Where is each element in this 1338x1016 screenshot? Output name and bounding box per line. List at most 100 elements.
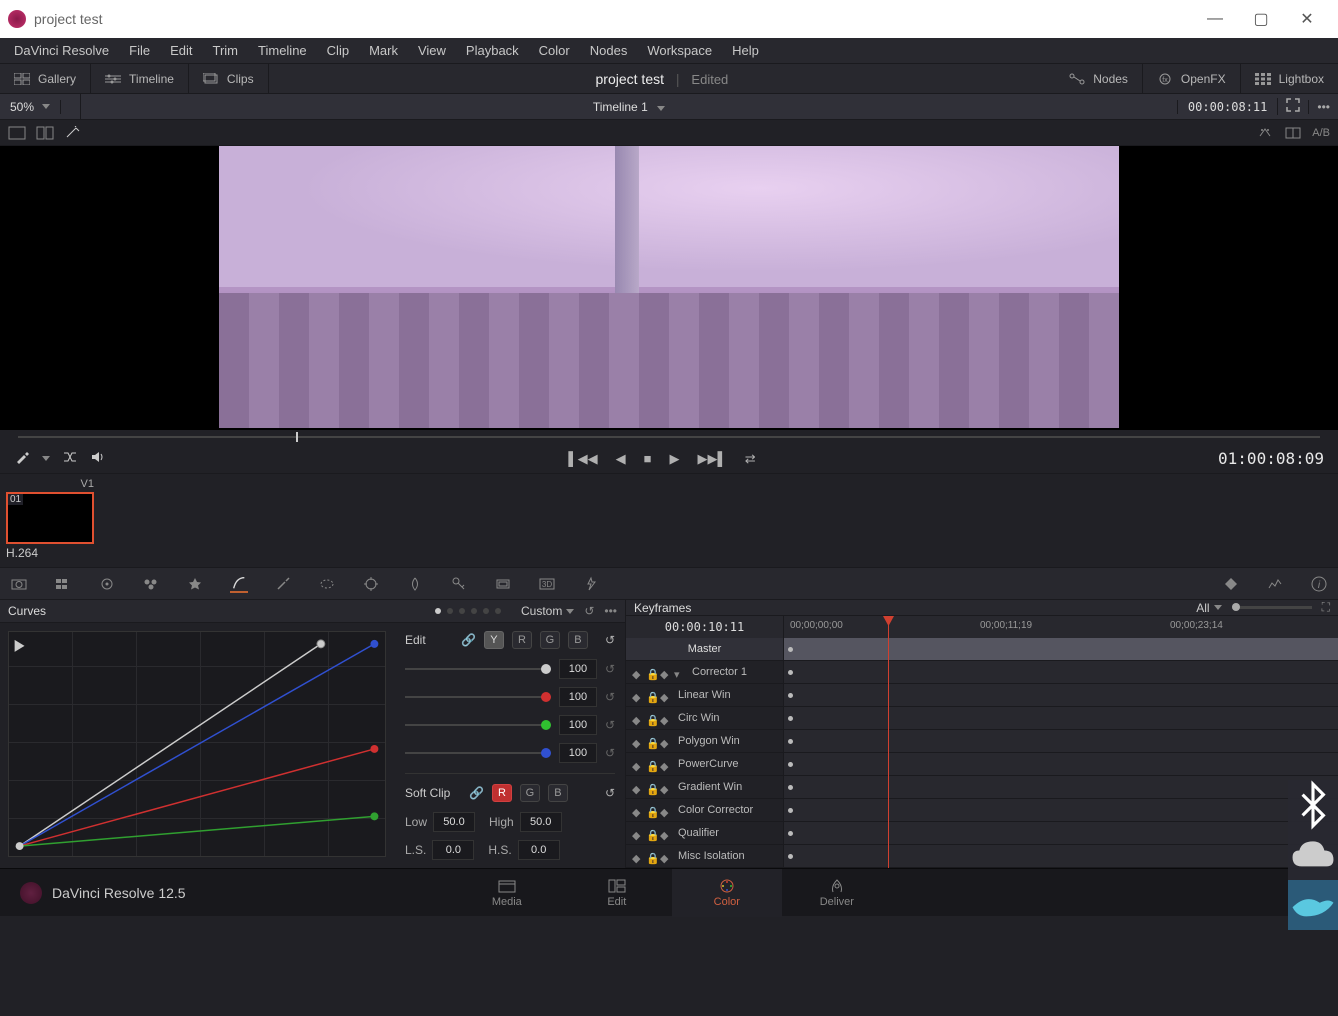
lock-icon[interactable]: 🔒 bbox=[646, 714, 654, 722]
channel-r-button[interactable]: R bbox=[512, 631, 532, 649]
keyframe-track[interactable]: ◆🔒◆Misc Isolation bbox=[626, 845, 783, 868]
slider-value[interactable]: 100 bbox=[559, 715, 597, 735]
keyframe-lane[interactable] bbox=[784, 707, 1338, 730]
camera-raw-icon[interactable] bbox=[10, 575, 28, 593]
keyframe-lane[interactable] bbox=[784, 822, 1338, 845]
curves-reset-icon[interactable]: ↺ bbox=[584, 604, 594, 618]
qualifier-icon[interactable] bbox=[274, 575, 292, 593]
intensity-slider[interactable]: 100 ↺ bbox=[405, 659, 615, 679]
highlight-icon[interactable] bbox=[1256, 126, 1274, 140]
bird-icon[interactable] bbox=[1288, 880, 1338, 930]
page-edit[interactable]: Edit bbox=[562, 869, 672, 917]
keyframe-track[interactable]: ◆🔒◆Linear Win bbox=[626, 684, 783, 707]
menu-clip[interactable]: Clip bbox=[317, 43, 359, 58]
hs-value[interactable]: 0.0 bbox=[518, 840, 560, 860]
keyframe-dot[interactable] bbox=[788, 785, 793, 790]
tracking-icon[interactable] bbox=[362, 575, 380, 593]
menu-playback[interactable]: Playback bbox=[456, 43, 529, 58]
intensity-slider[interactable]: 100↺ bbox=[405, 687, 615, 707]
menu-mark[interactable]: Mark bbox=[359, 43, 408, 58]
slider-value[interactable]: 100 bbox=[559, 659, 597, 679]
keyframe-track[interactable]: ◆🔒◆Polygon Win bbox=[626, 730, 783, 753]
keyframe-track[interactable]: ◆🔒◆Circ Win bbox=[626, 707, 783, 730]
keyframe-lane[interactable] bbox=[784, 753, 1338, 776]
scrub-bar[interactable] bbox=[0, 430, 1338, 444]
color-match-icon[interactable] bbox=[54, 575, 72, 593]
lightbox-toggle[interactable]: Lightbox bbox=[1241, 64, 1338, 94]
nodes-toggle[interactable]: Nodes bbox=[1055, 64, 1143, 94]
magic-wand-icon[interactable] bbox=[64, 126, 82, 140]
close-button[interactable]: ✕ bbox=[1284, 3, 1330, 35]
stop-button[interactable]: ■ bbox=[644, 451, 652, 467]
curves-icon[interactable] bbox=[230, 575, 248, 593]
slider-reset-icon[interactable]: ↺ bbox=[605, 718, 615, 732]
keyframe-icon[interactable]: ◆ bbox=[660, 714, 668, 722]
loop-button[interactable]: ⇄ bbox=[745, 451, 756, 467]
menu-trim[interactable]: Trim bbox=[203, 43, 249, 58]
keyframe-track[interactable]: Master bbox=[626, 638, 783, 661]
keyframe-icon[interactable]: ◆ bbox=[660, 852, 668, 860]
shuffle-icon[interactable] bbox=[62, 449, 78, 468]
link-icon[interactable]: 🔗 bbox=[469, 786, 484, 800]
bluetooth-icon[interactable] bbox=[1288, 780, 1338, 830]
keyframe-icon[interactable]: ◆ bbox=[660, 760, 668, 768]
last-frame-button[interactable]: ▶▶▌ bbox=[697, 451, 726, 467]
keyframe-track[interactable]: ◆🔒◆Gradient Win bbox=[626, 776, 783, 799]
curves-mode-select[interactable]: Custom bbox=[521, 604, 574, 618]
lock-icon[interactable]: 🔒 bbox=[646, 806, 654, 814]
chevron-down-icon[interactable]: ▾ bbox=[674, 668, 682, 676]
lock-icon[interactable]: 🔒 bbox=[646, 829, 654, 837]
keyframe-dot[interactable] bbox=[788, 647, 793, 652]
keyframe-dot[interactable] bbox=[788, 831, 793, 836]
ab-compare[interactable]: A/B bbox=[1312, 127, 1330, 139]
maximize-button[interactable]: ▢ bbox=[1238, 3, 1284, 35]
softclip-g-button[interactable]: G bbox=[520, 784, 540, 802]
timeline-name[interactable]: Timeline 1 bbox=[81, 100, 1177, 114]
keyframe-lane[interactable] bbox=[784, 845, 1338, 868]
keyframe-dot[interactable] bbox=[788, 693, 793, 698]
single-viewer-icon[interactable] bbox=[8, 126, 26, 140]
primary-bars-icon[interactable] bbox=[142, 575, 160, 593]
cloud-icon[interactable] bbox=[1288, 830, 1338, 880]
slider-value[interactable]: 100 bbox=[559, 743, 597, 763]
transport-timecode[interactable]: 01:00:08:09 bbox=[1218, 449, 1324, 468]
rgb-mixer-icon[interactable] bbox=[186, 575, 204, 593]
stereo3d-icon[interactable]: 3D bbox=[538, 575, 556, 593]
slider-reset-icon[interactable]: ↺ bbox=[605, 662, 615, 676]
window-icon[interactable] bbox=[318, 575, 336, 593]
blur-icon[interactable] bbox=[406, 575, 424, 593]
link-icon[interactable]: 🔗 bbox=[461, 633, 476, 647]
keyframe-dot[interactable] bbox=[788, 808, 793, 813]
softclip-b-button[interactable]: B bbox=[548, 784, 568, 802]
keyframe-lane[interactable] bbox=[784, 661, 1338, 684]
audio-icon[interactable] bbox=[90, 449, 106, 468]
curves-page-dots[interactable] bbox=[435, 608, 501, 614]
sizing-icon[interactable] bbox=[494, 575, 512, 593]
keyframe-timecode[interactable]: 00:00:10:11 bbox=[626, 616, 783, 638]
keyframe-mode-icon[interactable] bbox=[1222, 575, 1240, 593]
source-timecode[interactable]: 00:00:08:11 bbox=[1177, 100, 1277, 114]
keyframe-playhead[interactable] bbox=[888, 616, 889, 868]
keyframe-track[interactable]: ◆🔒◆Qualifier bbox=[626, 822, 783, 845]
slider-value[interactable]: 100 bbox=[559, 687, 597, 707]
openfx-toggle[interactable]: fx OpenFX bbox=[1143, 64, 1241, 94]
chevron-down-icon[interactable] bbox=[42, 456, 50, 461]
viewer[interactable] bbox=[0, 146, 1338, 430]
channel-y-button[interactable]: Y bbox=[484, 631, 504, 649]
page-deliver[interactable]: Deliver bbox=[782, 869, 892, 917]
first-frame-button[interactable]: ▌◀◀ bbox=[568, 451, 597, 467]
viewer-options-button[interactable]: ••• bbox=[1308, 100, 1338, 114]
prev-frame-button[interactable]: ◀ bbox=[616, 451, 626, 467]
keyframe-dot[interactable] bbox=[788, 670, 793, 675]
menu-file[interactable]: File bbox=[119, 43, 160, 58]
clips-toggle[interactable]: Clips bbox=[189, 64, 269, 94]
ls-value[interactable]: 0.0 bbox=[432, 840, 474, 860]
lock-icon[interactable]: 🔒 bbox=[646, 737, 654, 745]
key-icon[interactable] bbox=[450, 575, 468, 593]
keyframe-icon[interactable]: ◆ bbox=[660, 829, 668, 837]
color-wheels-icon[interactable] bbox=[98, 575, 116, 593]
keyframe-lane[interactable] bbox=[784, 799, 1338, 822]
curves-graph[interactable] bbox=[0, 623, 395, 868]
softclip-reset-icon[interactable]: ↺ bbox=[605, 786, 615, 800]
channel-g-button[interactable]: G bbox=[540, 631, 560, 649]
